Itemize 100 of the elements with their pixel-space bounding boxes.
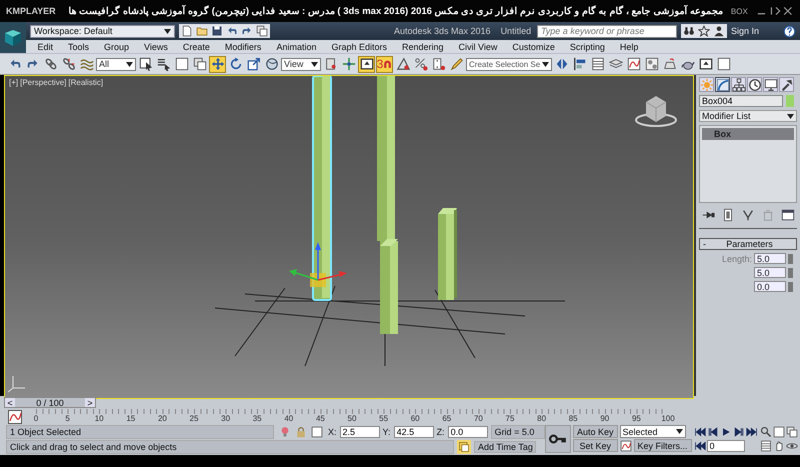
square-icon: [174, 57, 188, 71]
menu-item[interactable]: Graph Editors: [324, 42, 394, 52]
x-coordinate-field[interactable]: 2.5: [340, 426, 380, 438]
frame-tick-label: 25: [190, 414, 198, 423]
pivot-icon: [324, 57, 338, 71]
frame-tick-label: 45: [316, 414, 325, 423]
menu-item[interactable]: Edit: [30, 42, 61, 52]
object-color-swatch[interactable]: [786, 95, 794, 107]
frame-tool-button[interactable]: [697, 56, 714, 72]
modifier-stack-item[interactable]: Box: [702, 128, 794, 140]
parameter-spinner-field[interactable]: 5.0: [754, 253, 786, 264]
window-controls-icon: [756, 5, 794, 17]
menu-item[interactable]: Create: [175, 42, 218, 52]
move-tool-button[interactable]: [209, 56, 226, 72]
key-filters-button[interactable]: Key Filters...: [634, 439, 692, 452]
max-logo[interactable]: [0, 22, 26, 53]
menu-item[interactable]: Animation: [268, 42, 324, 52]
viewport-label[interactable]: [Perspective]: [20, 78, 66, 87]
frame-tick-label: 0: [34, 414, 38, 423]
add-time-tag-button[interactable]: Add Time Tag: [474, 440, 536, 452]
frame-tick-label: 35: [252, 414, 262, 423]
parameter-spinner-field[interactable]: 0.0: [754, 281, 786, 292]
auto-key-button[interactable]: Auto Key: [573, 425, 618, 438]
viewport[interactable]: [+] [Perspective] [Realistic]: [4, 75, 694, 399]
cube-logo-icon: [2, 28, 24, 46]
menu-item[interactable]: Civil View: [451, 42, 505, 52]
frame-tick-label: 95: [632, 414, 641, 423]
player-logo: KMPLAYER: [6, 6, 57, 16]
menu-item[interactable]: Modifiers: [217, 42, 269, 52]
frame-tick-label: 80: [537, 414, 546, 423]
curve-tool-button[interactable]: [625, 56, 642, 72]
frame-tick-label: 5: [65, 414, 70, 423]
align-tool-button[interactable]: [571, 56, 588, 72]
square-tool-button[interactable]: [173, 56, 190, 72]
viewport-label[interactable]: [Realistic]: [68, 78, 104, 87]
magnet-icon: [383, 60, 392, 68]
toolbar-dropdown[interactable]: Create Selection Se: [466, 58, 552, 70]
current-frame-field[interactable]: 0: [706, 440, 745, 452]
viewport-label[interactable]: [+]: [9, 78, 18, 87]
unlink-tool-button[interactable]: [60, 56, 77, 72]
command-panel-tab[interactable]: [763, 77, 778, 92]
frame-icon: [698, 57, 712, 71]
axis-tool-button[interactable]: [340, 56, 357, 72]
command-panel-tab[interactable]: [715, 77, 730, 92]
frame-tick-label: 60: [410, 414, 420, 423]
collapse-sign[interactable]: -: [703, 239, 706, 249]
command-panel-tab[interactable]: [779, 77, 794, 92]
table-icon: [590, 57, 604, 71]
workspace-dropdown[interactable]: Workspace: Default: [30, 24, 175, 38]
set-key-button[interactable]: [545, 425, 571, 453]
coordinate-label: X:: [328, 426, 337, 436]
frame-tick-label: 20: [158, 414, 167, 423]
y-coordinate-field[interactable]: 42.5: [394, 426, 434, 438]
object-name-field[interactable]: Box004: [699, 95, 783, 107]
angle-icon: [396, 57, 410, 71]
material-tool-button[interactable]: [643, 56, 660, 72]
toolbar-dropdown[interactable]: View: [281, 58, 321, 70]
angle-tool-button[interactable]: [394, 56, 411, 72]
menu-item[interactable]: Views: [136, 42, 176, 52]
menu-item[interactable]: Help: [612, 42, 646, 52]
sign-in-button[interactable]: Sign In: [730, 26, 759, 36]
scale-tool-button[interactable]: [245, 56, 262, 72]
z-coordinate-field[interactable]: 0.0: [448, 426, 488, 438]
frame-tick-label: 50: [348, 414, 356, 423]
cursor-tool-button[interactable]: [137, 56, 154, 72]
modifier-list-dropdown[interactable]: Modifier List: [699, 110, 797, 122]
sphere-tool-button[interactable]: [263, 56, 280, 72]
table-icon: [760, 440, 772, 452]
key-mode-dropdown[interactable]: Selected: [620, 425, 686, 438]
lock-icon: [295, 426, 308, 438]
rollout-title: Parameters: [726, 239, 773, 249]
frame-tick-label: 75: [506, 414, 514, 423]
pencil-tool-button[interactable]: [448, 56, 465, 72]
search-field[interactable]: Type a keyword or phrase: [536, 24, 677, 38]
rotate-icon: [228, 57, 242, 71]
frame-tool-button[interactable]: [358, 56, 375, 72]
command-panel-tab[interactable]: [747, 77, 762, 92]
menu-item[interactable]: Tools: [60, 42, 97, 52]
zoom-icon: [760, 426, 772, 438]
cursor-icon: [138, 57, 152, 71]
caret-icon: [676, 429, 683, 434]
previous-frame-button[interactable]: <: [5, 398, 15, 406]
bulb-icon: [279, 426, 292, 438]
rollout-header[interactable]: - Parameters: [699, 238, 797, 250]
next-frame-button[interactable]: >: [85, 398, 95, 406]
set-key-mode-button[interactable]: Set Key: [573, 439, 618, 452]
undo-icon: [226, 25, 238, 37]
toolbar-dropdown[interactable]: All: [96, 58, 136, 70]
square-tool-button[interactable]: [715, 56, 732, 72]
menu-item[interactable]: Group: [96, 42, 137, 52]
frame-tick-label: 65: [442, 414, 452, 423]
menu-item[interactable]: Rendering: [394, 42, 452, 52]
menu-item[interactable]: Scripting: [562, 42, 612, 52]
fork-icon: [741, 208, 755, 222]
window-tool-button[interactable]: [191, 56, 208, 72]
time-slider-thumb[interactable]: < 0 / 100 >: [4, 396, 96, 408]
menu-item[interactable]: Customize: [504, 42, 562, 52]
material-icon: [644, 57, 658, 71]
parameter-spinner-field[interactable]: 5.0: [754, 267, 786, 278]
command-panel-tab[interactable]: [731, 77, 746, 92]
